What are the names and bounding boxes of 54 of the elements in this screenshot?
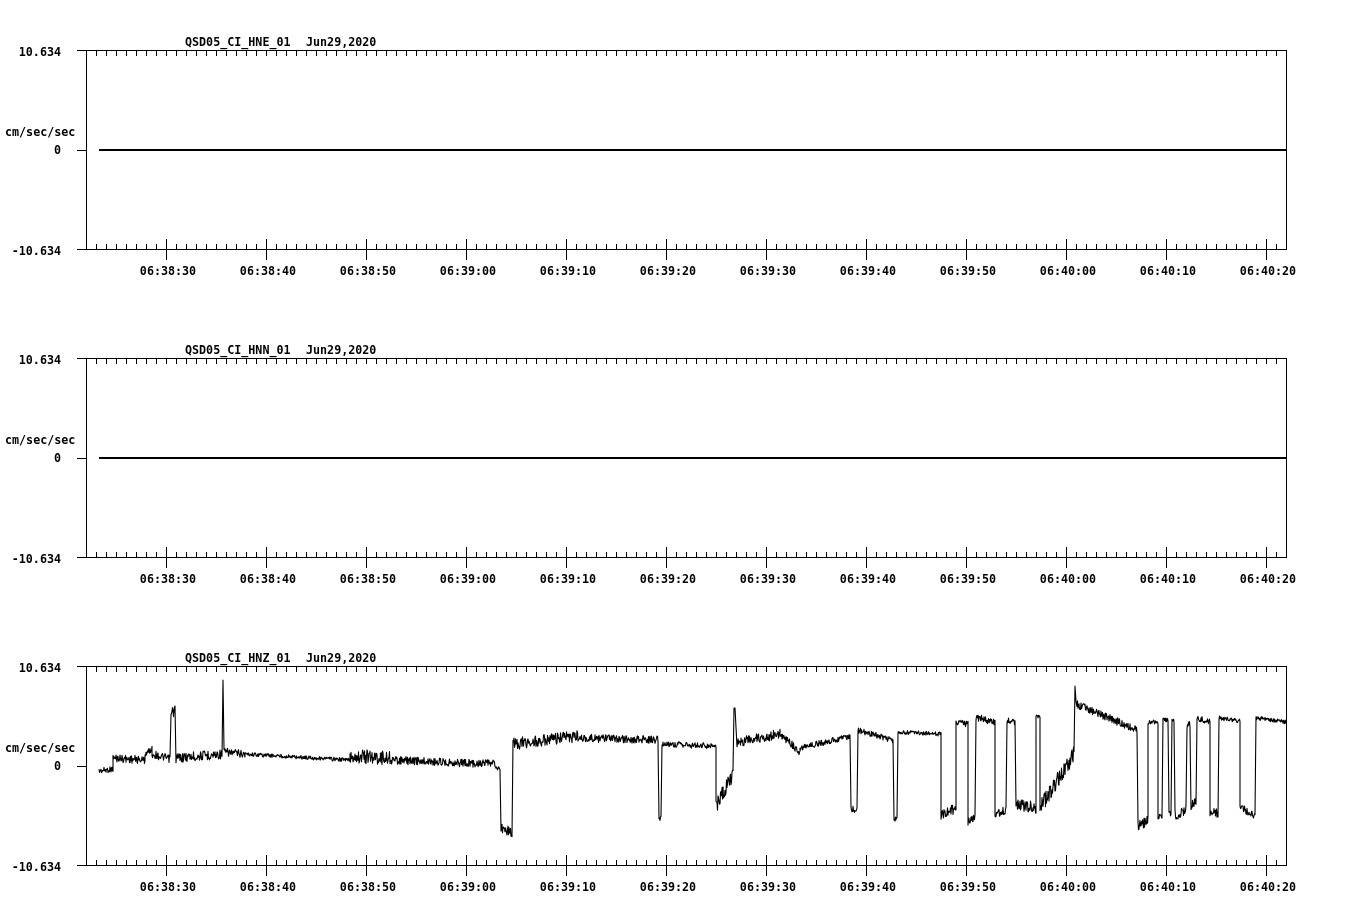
time-tick-label: 06:38:40: [239, 572, 297, 586]
y-tick-label: 0: [53, 759, 61, 773]
y-axis-label: cm/sec/sec: [5, 125, 76, 139]
y-tick-label: -10.634: [11, 244, 61, 258]
time-tick-label: 06:39:40: [839, 880, 897, 894]
time-tick-label: 06:40:10: [1139, 572, 1197, 586]
time-tick-label: 06:39:10: [539, 880, 597, 894]
time-tick-label: 06:40:20: [1239, 264, 1297, 278]
time-tick-label: 06:40:20: [1239, 572, 1297, 586]
y-tick-label: 10.634: [18, 661, 61, 675]
time-tick-label: 06:38:50: [339, 572, 397, 586]
time-tick-label: 06:40:00: [1039, 264, 1097, 278]
time-tick-label: 06:40:00: [1039, 880, 1097, 894]
time-tick-label: 06:39:00: [439, 572, 497, 586]
y-tick-label: 10.634: [18, 45, 61, 59]
time-tick-label: 06:39:00: [439, 264, 497, 278]
time-tick-label: 06:38:40: [239, 264, 297, 278]
date-title: Jun29,2020: [306, 35, 377, 49]
y-tick-label: 0: [53, 451, 61, 465]
time-tick-label: 06:39:50: [939, 880, 997, 894]
time-tick-label: 06:38:30: [139, 880, 197, 894]
station-title: QSD05_CI_HNE_01: [185, 35, 291, 49]
y-axis-label: cm/sec/sec: [5, 741, 76, 755]
time-tick-label: 06:38:50: [339, 880, 397, 894]
time-tick-label: 06:40:10: [1139, 880, 1197, 894]
time-tick-label: 06:40:20: [1239, 880, 1297, 894]
time-tick-label: 06:38:40: [239, 880, 297, 894]
y-tick-label: 10.634: [18, 353, 61, 367]
time-tick-label: 06:39:20: [639, 572, 697, 586]
y-axis-label: cm/sec/sec: [5, 433, 76, 447]
station-title: QSD05_CI_HNZ_01: [185, 651, 291, 665]
time-tick-label: 06:38:30: [139, 572, 197, 586]
date-title: Jun29,2020: [306, 651, 377, 665]
time-tick-label: 06:39:40: [839, 264, 897, 278]
time-tick-label: 06:38:30: [139, 264, 197, 278]
time-tick-label: 06:39:00: [439, 880, 497, 894]
y-tick-label: 0: [53, 143, 61, 157]
time-tick-label: 06:39:50: [939, 572, 997, 586]
time-tick-label: 06:39:20: [639, 264, 697, 278]
time-tick-label: 06:38:50: [339, 264, 397, 278]
time-tick-label: 06:39:30: [739, 880, 797, 894]
time-tick-label: 06:39:10: [539, 264, 597, 278]
station-title: QSD05_CI_HNN_01: [185, 343, 291, 357]
time-tick-label: 06:39:10: [539, 572, 597, 586]
y-tick-label: -10.634: [11, 860, 61, 874]
time-tick-label: 06:39:30: [739, 572, 797, 586]
time-tick-label: 06:40:00: [1039, 572, 1097, 586]
time-tick-label: 06:39:40: [839, 572, 897, 586]
time-tick-label: 06:39:50: [939, 264, 997, 278]
time-tick-label: 06:39:20: [639, 880, 697, 894]
time-tick-label: 06:40:10: [1139, 264, 1197, 278]
date-title: Jun29,2020: [306, 343, 377, 357]
y-tick-label: -10.634: [11, 552, 61, 566]
time-tick-label: 06:39:30: [739, 264, 797, 278]
